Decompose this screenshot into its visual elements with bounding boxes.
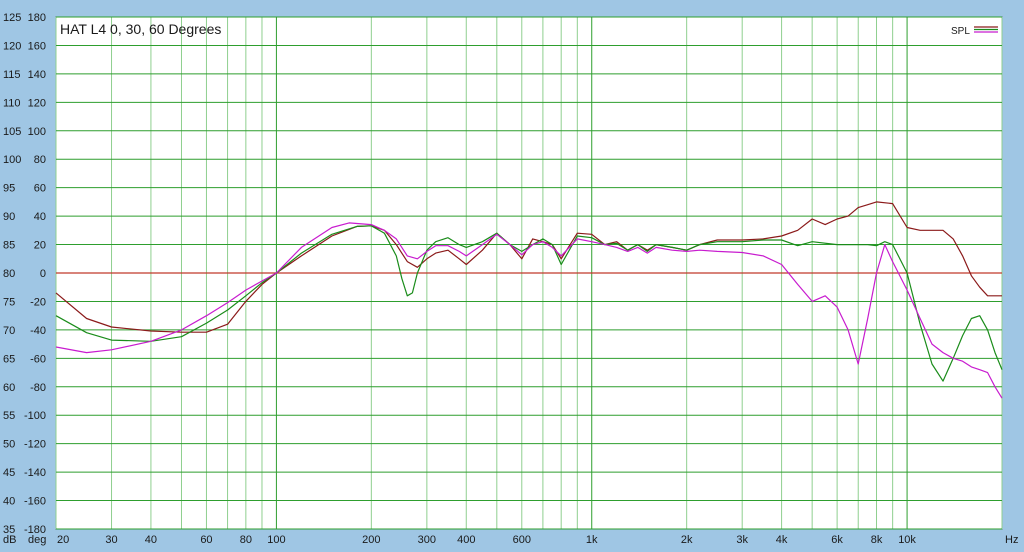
db-tick-label: 115	[3, 69, 21, 81]
x-tick-label: 30	[105, 534, 117, 546]
db-tick-label: 65	[3, 353, 15, 365]
db-tick-label: 110	[3, 97, 21, 109]
frequency-response-chart: 125 180 120 160 115 140 110 120 105 100 100 80 95 60 9…	[3, 12, 1018, 546]
x-tick-label: 8k	[871, 534, 883, 546]
db-tick-label: 125	[3, 12, 21, 24]
db-tick-label: 105	[3, 126, 21, 138]
db-tick-label: 70	[3, 325, 15, 337]
legend-label: SPL	[951, 26, 970, 37]
hz-unit-label: Hz	[1005, 534, 1018, 546]
db-tick-label: 90	[3, 211, 15, 223]
x-tick-label: 20	[57, 534, 69, 546]
deg-tick-label: 60	[34, 183, 46, 195]
db-tick-label: 100	[3, 154, 21, 166]
deg-tick-label: 100	[28, 126, 46, 138]
x-tick-label: 2k	[681, 534, 693, 546]
deg-unit-label: deg	[28, 534, 46, 546]
db-tick-label: 85	[3, 240, 15, 252]
deg-tick-label: -40	[30, 325, 46, 337]
db-tick-label: 40	[3, 496, 15, 508]
deg-tick-label: -140	[24, 467, 46, 479]
db-tick-label: 55	[3, 410, 15, 422]
db-tick-label: 95	[3, 183, 15, 195]
x-tick-label: 3k	[736, 534, 748, 546]
deg-tick-label: 180	[28, 12, 46, 24]
x-tick-label: 300	[418, 534, 436, 546]
chart-window: 125 180 120 160 115 140 110 120 105 100 100 80 95 60 9…	[0, 0, 1024, 547]
x-tick-label: 80	[240, 534, 252, 546]
x-tick-label: 10k	[898, 534, 916, 546]
deg-tick-label: 20	[34, 240, 46, 252]
x-tick-label: 60	[200, 534, 212, 546]
deg-tick-label: 160	[28, 40, 46, 52]
x-tick-label: 400	[457, 534, 475, 546]
deg-tick-label: -160	[24, 496, 46, 508]
db-tick-label: 80	[3, 268, 15, 280]
deg-tick-label: -100	[24, 410, 46, 422]
db-tick-label: 75	[3, 296, 15, 308]
x-tick-label: 100	[267, 534, 285, 546]
x-tick-label: 6k	[831, 534, 843, 546]
db-tick-label: 60	[3, 382, 15, 394]
deg-tick-label: -80	[30, 382, 46, 394]
deg-tick-label: -60	[30, 353, 46, 365]
deg-tick-label: 0	[40, 268, 46, 280]
chart-title: HAT L4 0, 30, 60 Degrees	[60, 21, 221, 37]
deg-tick-label: -20	[30, 296, 46, 308]
db-tick-label: 50	[3, 439, 15, 451]
deg-tick-label: 140	[28, 69, 46, 81]
db-unit-label: dB	[3, 534, 16, 546]
x-tick-label: 200	[362, 534, 380, 546]
db-tick-label: 120	[3, 40, 21, 52]
deg-tick-label: 120	[28, 97, 46, 109]
deg-tick-label: -120	[24, 439, 46, 451]
x-tick-label: 40	[145, 534, 157, 546]
deg-tick-label: 40	[34, 211, 46, 223]
deg-tick-label: 80	[34, 154, 46, 166]
db-tick-label: 45	[3, 467, 15, 479]
x-tick-label: 4k	[776, 534, 788, 546]
x-tick-label: 600	[513, 534, 531, 546]
x-tick-label: 1k	[586, 534, 598, 546]
